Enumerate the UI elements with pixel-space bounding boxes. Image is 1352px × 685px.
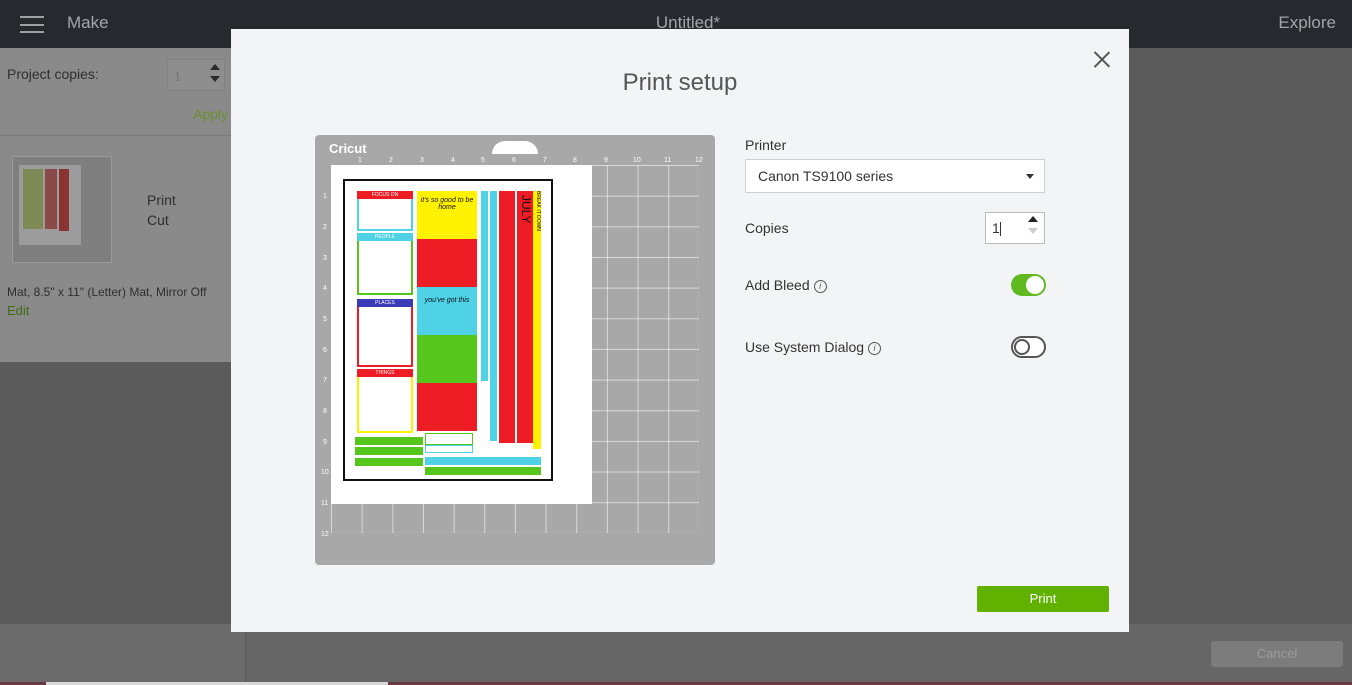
mat-cut-label: Cut xyxy=(147,212,169,228)
quote-sticker-got-this: you've got this xyxy=(417,287,477,335)
copies-label: Copies xyxy=(745,220,789,236)
print-button[interactable]: Print xyxy=(977,586,1109,612)
month-sticker: JULY xyxy=(517,191,533,443)
edit-link[interactable]: Edit xyxy=(7,303,29,318)
print-setup-dialog: Print setup Cricut 1 2 3 4 5 6 7 8 9 10 … xyxy=(231,29,1129,632)
people-label: PEOPLE xyxy=(357,233,413,241)
info-icon[interactable]: i xyxy=(813,279,827,293)
mat-preview: Cricut 1 2 3 4 5 6 7 8 9 10 11 12 1 2 3 … xyxy=(315,135,715,565)
things-box xyxy=(357,373,413,433)
system-dialog-label: Use System Dialog xyxy=(745,339,865,355)
cricut-logo: Cricut xyxy=(329,141,367,156)
quote-sticker-home: it's so good to be home xyxy=(417,191,477,239)
text-cursor xyxy=(999,222,1001,237)
project-copies-stepper[interactable] xyxy=(210,64,220,82)
close-icon[interactable] xyxy=(1093,50,1111,68)
apply-button[interactable]: Apply xyxy=(193,106,228,122)
info-icon[interactable]: i xyxy=(868,341,882,355)
bottom-bar: Cancel xyxy=(0,624,1352,685)
system-dialog-row: Use System Dialog i xyxy=(745,339,882,355)
dialog-title: Print setup xyxy=(622,69,738,96)
mat-thumbnail[interactable] xyxy=(12,156,112,263)
sticker-sheet-art: FOCUS ON PEOPLE PLACES THINGS it's so go… xyxy=(343,179,553,481)
explore-link[interactable]: Explore xyxy=(1278,13,1336,33)
cancel-button[interactable]: Cancel xyxy=(1211,641,1343,667)
printer-value: Canon TS9100 series xyxy=(758,168,894,184)
project-copies-value: 1 xyxy=(174,69,182,84)
decrement-arrow-icon[interactable] xyxy=(210,76,220,82)
copies-stepper[interactable] xyxy=(1028,216,1038,234)
people-box xyxy=(357,235,413,295)
decrement-arrow-icon[interactable] xyxy=(1028,228,1038,234)
system-dialog-toggle[interactable] xyxy=(1011,336,1046,358)
mat-tab xyxy=(492,141,538,154)
chevron-down-icon xyxy=(1026,174,1034,179)
add-bleed-label: Add Bleed xyxy=(745,277,810,293)
project-copies-label: Project copies: xyxy=(7,66,99,82)
left-panel: Project copies: 1 Apply Print Cut Mat, 8… xyxy=(0,48,232,362)
project-copies-input[interactable]: 1 xyxy=(167,59,225,91)
things-label: THINGS xyxy=(357,369,413,377)
places-box xyxy=(357,301,413,367)
increment-arrow-icon[interactable] xyxy=(1028,216,1038,222)
copies-value: 1 xyxy=(992,220,1000,236)
mat-print-label: Print xyxy=(147,192,176,208)
printer-label: Printer xyxy=(745,137,787,153)
add-bleed-row: Add Bleed i xyxy=(745,277,827,293)
focus-on-label: FOCUS ON xyxy=(357,191,413,199)
mat-info: Mat, 8.5" x 11" (Letter) Mat, Mirror Off xyxy=(7,285,207,299)
copies-input[interactable]: 1 xyxy=(985,212,1045,244)
add-bleed-toggle[interactable] xyxy=(1011,274,1046,296)
banner-strip: BREAK IT DOWN xyxy=(533,191,541,449)
printer-select[interactable]: Canon TS9100 series xyxy=(745,159,1045,193)
increment-arrow-icon[interactable] xyxy=(210,64,220,70)
divider xyxy=(0,135,232,136)
places-label: PLACES xyxy=(357,299,413,307)
